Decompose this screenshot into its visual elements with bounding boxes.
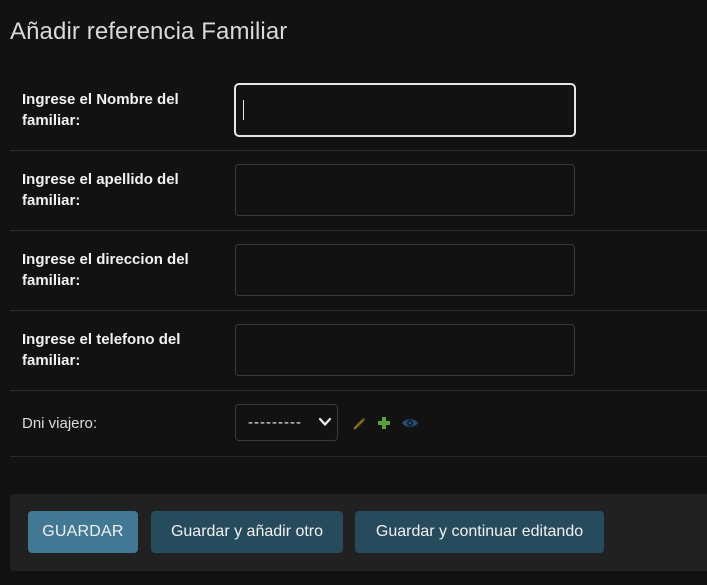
text-cursor	[243, 100, 244, 120]
apellido-label: Ingrese el apellido del familiar:	[22, 171, 179, 209]
direccion-label: Ingrese el direccion del familiar:	[22, 251, 189, 289]
eye-icon[interactable]	[401, 416, 419, 430]
direccion-input[interactable]	[235, 244, 575, 296]
save-and-continue-button[interactable]: Guardar y continuar editando	[355, 511, 604, 553]
plus-icon[interactable]	[377, 416, 391, 430]
dni-select-value: ---------	[248, 414, 302, 431]
apellido-input[interactable]	[235, 164, 575, 216]
pencil-icon[interactable]	[352, 416, 367, 431]
form-row-dni: Dni viajero: ---------	[10, 391, 707, 457]
family-reference-form: Ingrese el Nombre del familiar: Ingrese …	[10, 71, 707, 457]
page-title: Añadir referencia Familiar	[10, 18, 288, 45]
save-button[interactable]: GUARDAR	[28, 511, 138, 553]
dni-select[interactable]: ---------	[235, 404, 338, 441]
form-row-telefono: Ingrese el telefono del familiar:	[10, 311, 707, 391]
telefono-label: Ingrese el telefono del familiar:	[22, 331, 181, 369]
nombre-input[interactable]	[235, 84, 575, 136]
dni-label: Dni viajero:	[22, 415, 98, 432]
form-row-direccion: Ingrese el direccion del familiar:	[10, 231, 707, 311]
submit-row: GUARDAR Guardar y añadir otro Guardar y …	[10, 494, 707, 571]
form-row-nombre: Ingrese el Nombre del familiar:	[10, 71, 707, 151]
chevron-down-icon	[319, 417, 331, 426]
save-and-add-another-button[interactable]: Guardar y añadir otro	[151, 511, 343, 553]
form-row-apellido: Ingrese el apellido del familiar:	[10, 151, 707, 231]
telefono-input[interactable]	[235, 324, 575, 376]
nombre-label: Ingrese el Nombre del familiar:	[22, 91, 179, 129]
